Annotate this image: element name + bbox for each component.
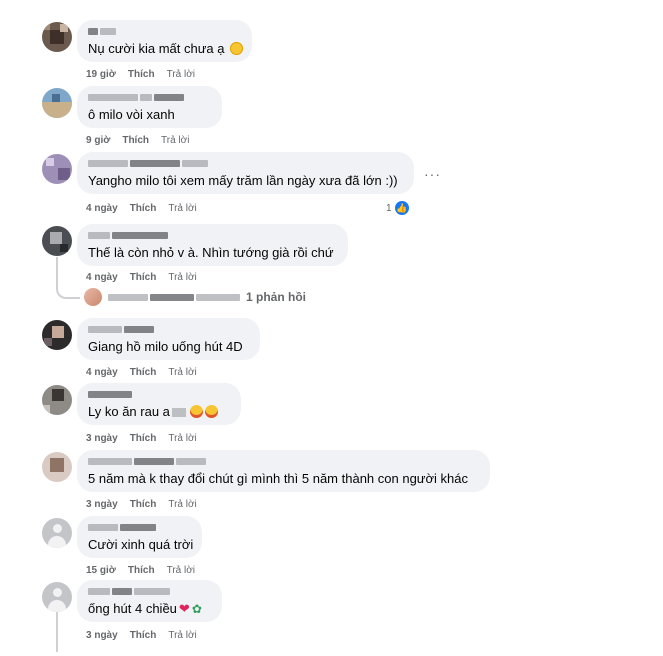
like-button[interactable]: Thích (130, 203, 157, 214)
reply-button[interactable]: Trả lời (168, 272, 196, 283)
author-name[interactable] (88, 324, 249, 334)
author-name[interactable] (88, 158, 403, 168)
reply-avatar (84, 288, 102, 306)
reply-button[interactable]: Trả lời (161, 135, 189, 146)
comment-text: ô milo vòi xanh (88, 107, 175, 122)
more-options-icon[interactable]: ··· (424, 166, 441, 182)
reply-button[interactable]: Trả lời (167, 69, 195, 80)
comment-text: Giang hồ milo uống hút 4D (88, 339, 243, 354)
thread-line (56, 257, 80, 299)
comment-text: Cười xinh quá trời (88, 537, 194, 552)
author-name[interactable] (88, 456, 479, 466)
comment-bubble: 5 năm mà k thay đổi chút gì mình thì 5 n… (77, 450, 490, 492)
thread-line (56, 612, 58, 652)
comment-bubble: Thế là còn nhỏ v à. Nhìn tướng già rồi c… (77, 224, 348, 266)
timestamp[interactable]: 3 ngày (86, 630, 118, 641)
reaction-count: 1 (386, 202, 392, 214)
avatar[interactable] (42, 452, 72, 482)
laugh-emoji-icon (204, 405, 218, 418)
reaction-summary[interactable]: 1 👍 (386, 201, 409, 215)
comment-text: Nụ cười kia mất chưa ạ (88, 41, 225, 56)
comment-bubble: Cười xinh quá trời (77, 516, 202, 558)
like-button[interactable]: Thích (130, 272, 157, 283)
comment-text: Thế là còn nhỏ v à. Nhìn tướng già rồi c… (88, 245, 334, 260)
reply-author-name (108, 292, 240, 302)
like-button[interactable]: Thích (130, 367, 157, 378)
avatar[interactable] (42, 226, 72, 256)
reply-button[interactable]: Trả lời (168, 499, 196, 510)
like-button[interactable]: Thích (130, 433, 157, 444)
broken-heart-icon: ❤ (178, 601, 190, 616)
comment-text: 5 năm mà k thay đổi chút gì mình thì 5 n… (88, 471, 468, 486)
timestamp[interactable]: 3 ngày (86, 499, 118, 510)
author-name[interactable] (88, 586, 211, 596)
timestamp[interactable]: 4 ngày (86, 203, 118, 214)
comment-text: Ly ko ăn rau a (88, 404, 170, 419)
reply-button[interactable]: Trả lời (167, 565, 195, 576)
avatar[interactable] (42, 582, 72, 612)
reply-button[interactable]: Trả lời (168, 630, 196, 641)
author-name[interactable] (88, 92, 211, 102)
timestamp[interactable]: 3 ngày (86, 433, 118, 444)
avatar[interactable] (42, 385, 72, 415)
comment-bubble: Yangho milo tôi xem mấy trăm lần ngày xư… (77, 152, 414, 194)
timestamp[interactable]: 4 ngày (86, 272, 118, 283)
comment-bubble: ô milo vòi xanh (77, 86, 222, 128)
comment-bubble: ống hút 4 chiều ❤ ✿ (77, 580, 222, 622)
like-button[interactable]: Thích (130, 499, 157, 510)
like-button[interactable]: Thích (130, 630, 157, 641)
like-button[interactable]: Thích (122, 135, 149, 146)
comment-bubble: Nụ cười kia mất chưa ạ (77, 20, 252, 62)
avatar[interactable] (42, 320, 72, 350)
reply-button[interactable]: Trả lời (168, 367, 196, 378)
mention-blur (171, 408, 186, 417)
replies-count: 1 phản hồi (246, 290, 306, 304)
laugh-emoji-icon (189, 405, 203, 418)
comment-bubble: Giang hồ milo uống hút 4D (77, 318, 260, 360)
view-replies-link[interactable]: 1 phản hồi (84, 288, 306, 306)
timestamp[interactable]: 4 ngày (86, 367, 118, 378)
face-emoji-icon (230, 42, 244, 55)
avatar[interactable] (42, 154, 72, 184)
author-name[interactable] (88, 522, 191, 532)
reply-button[interactable]: Trả lời (168, 433, 196, 444)
author-name[interactable] (88, 389, 230, 399)
author-name[interactable] (88, 26, 241, 36)
author-name[interactable] (88, 230, 337, 240)
timestamp[interactable]: 19 giờ (86, 69, 116, 80)
like-button[interactable]: Thích (128, 565, 155, 576)
comment-text: Yangho milo tôi xem mấy trăm lần ngày xư… (88, 173, 398, 188)
like-button[interactable]: Thích (128, 69, 155, 80)
avatar[interactable] (42, 22, 72, 52)
avatar[interactable] (42, 88, 72, 118)
reply-button[interactable]: Trả lời (168, 203, 196, 214)
avatar[interactable] (42, 518, 72, 548)
like-thumb-icon: 👍 (394, 201, 409, 215)
comment-bubble: Ly ko ăn rau a (77, 383, 241, 425)
timestamp[interactable]: 9 giờ (86, 135, 110, 146)
timestamp[interactable]: 15 giờ (86, 565, 116, 576)
comment-text: ống hút 4 chiều (88, 601, 177, 616)
rose-icon: ✿ (191, 602, 202, 616)
